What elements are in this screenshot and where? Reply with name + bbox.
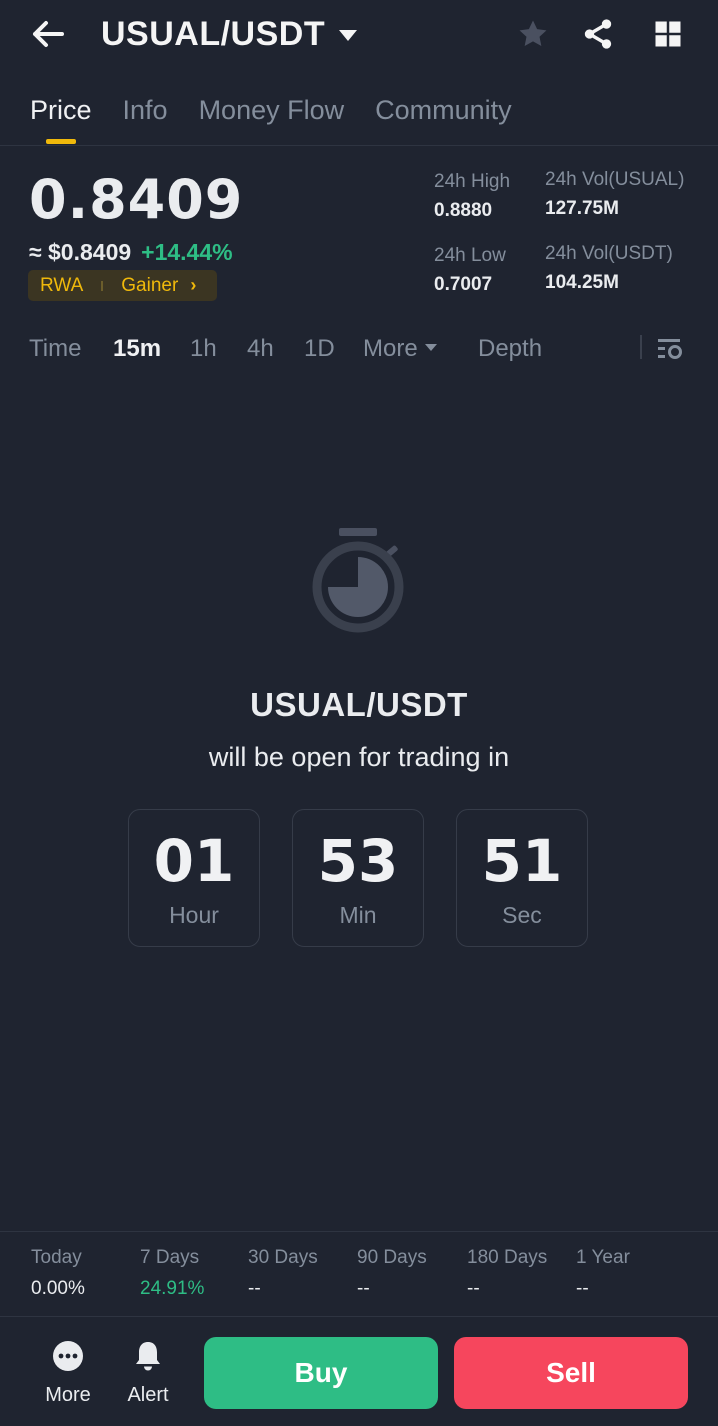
tag-gainer: Gainer [121,274,179,296]
chevron-right-icon: › [190,275,197,295]
favorite-button[interactable] [513,14,553,54]
countdown-seconds-value: 51 [481,827,563,895]
tabs-divider [0,145,718,146]
interval-15m[interactable]: 15m [113,332,161,366]
perf-30-days: 30 Days -- [248,1244,318,1303]
perf-today: Today 0.00% [31,1244,85,1303]
interval-bar: Time 15m 1h 4h 1D More Depth [0,332,718,366]
perf-value: -- [576,1278,589,1299]
top-bar: USUAL/USDT [0,0,718,70]
perf-label: 90 Days [357,1247,427,1268]
stat-label: 24h High [434,171,511,192]
tag-separator [101,280,104,291]
pair-selector[interactable]: USUAL/USDT [101,14,358,54]
grid-icon [655,21,681,47]
perf-180-days: 180 Days -- [467,1244,547,1303]
stat-value: 0.7007 [434,274,493,295]
more-label: More [45,1384,91,1406]
more-button[interactable]: More [28,1339,108,1407]
interval-more[interactable]: More [363,332,437,366]
stat-value: 127.75M [545,198,619,219]
countdown-pair: USUAL/USDT [250,686,468,723]
countdown-seconds: 51 Sec [456,809,588,947]
bottom-action-bar: More Alert Buy Sell [0,1317,718,1426]
performance-row: Today 0.00% 7 Days 24.91% 30 Days -- 90 … [0,1244,718,1314]
layout-grid-button[interactable] [648,14,688,54]
star-icon [519,20,547,47]
countdown-message: will be open for trading in [208,742,510,772]
perf-label: Today [31,1247,82,1268]
pair-title: USUAL/USDT [101,15,326,53]
interval-divider [640,335,642,359]
depth-tab[interactable]: Depth [478,332,542,366]
more-dots-icon [53,1341,83,1371]
interval-4h[interactable]: 4h [247,332,274,366]
perf-value: 0.00% [31,1278,85,1299]
main-tabs: Price Info Money Flow Community [30,88,543,144]
buy-button[interactable]: Buy [204,1337,438,1409]
countdown-hours: 01 Hour [128,809,260,947]
chart-settings-button[interactable] [656,334,686,364]
countdown-minutes-value: 53 [317,827,399,895]
chart-settings-icon [658,339,682,359]
stat-24h-low: 24h Low 0.7007 [434,244,506,297]
caret-down-icon [339,29,358,41]
stat-value: 0.8880 [434,200,493,221]
countdown-hours-value: 01 [153,827,235,895]
interval-1h[interactable]: 1h [190,332,217,366]
stat-24h-vol-base: 24h Vol(USUAL) 127.75M [545,168,684,221]
tab-price[interactable]: Price [30,88,92,144]
perf-value: 24.91% [140,1278,205,1299]
countdown-seconds-label: Sec [502,902,542,928]
countdown-minutes: 53 Min [292,809,424,947]
perf-7-days: 7 Days 24.91% [140,1244,204,1303]
stat-24h-high: 24h High 0.8880 [434,170,510,223]
stat-24h-vol-quote: 24h Vol(USDT) 104.25M [545,242,673,295]
tab-community[interactable]: Community [375,88,512,132]
caret-down-icon [424,344,437,352]
share-button[interactable] [578,14,618,54]
interval-more-label: More [363,335,418,362]
arrow-left-icon [33,21,64,47]
back-button[interactable] [28,14,68,54]
tag-chip[interactable]: RWA Gainer › [28,270,217,301]
interval-time[interactable]: Time [29,332,81,366]
stat-label: 24h Low [434,245,506,266]
interval-1d[interactable]: 1D [304,332,335,366]
tab-info[interactable]: Info [123,88,168,132]
countdown-minutes-label: Min [339,902,377,928]
tab-money-flow[interactable]: Money Flow [199,88,345,132]
countdown-hours-label: Hour [169,902,219,928]
performance-divider [0,1231,718,1232]
perf-1-year: 1 Year -- [576,1244,630,1303]
stat-label: 24h Vol(USDT) [545,243,673,264]
perf-value: -- [467,1278,480,1299]
perf-value: -- [357,1278,370,1299]
perf-label: 7 Days [140,1247,200,1268]
sell-button[interactable]: Sell [454,1337,688,1409]
share-icon [584,19,612,49]
perf-label: 180 Days [467,1247,548,1268]
alert-label: Alert [127,1384,169,1406]
price-change: +14.44% [141,239,233,265]
price-sub-row: ≈ $0.8409 +14.44% [29,239,233,266]
perf-label: 30 Days [248,1247,318,1268]
perf-label: 1 Year [576,1247,630,1268]
fiat-price: ≈ $0.8409 [29,239,132,265]
stat-label: 24h Vol(USUAL) [545,169,685,190]
last-price: 0.8409 [29,168,244,231]
perf-value: -- [248,1278,261,1299]
stopwatch-icon [308,524,408,638]
stat-value: 104.25M [545,272,619,293]
alert-button[interactable]: Alert [108,1339,188,1407]
perf-90-days: 90 Days -- [357,1244,427,1303]
tag-rwa: RWA [40,274,84,296]
bell-icon [136,1342,160,1371]
